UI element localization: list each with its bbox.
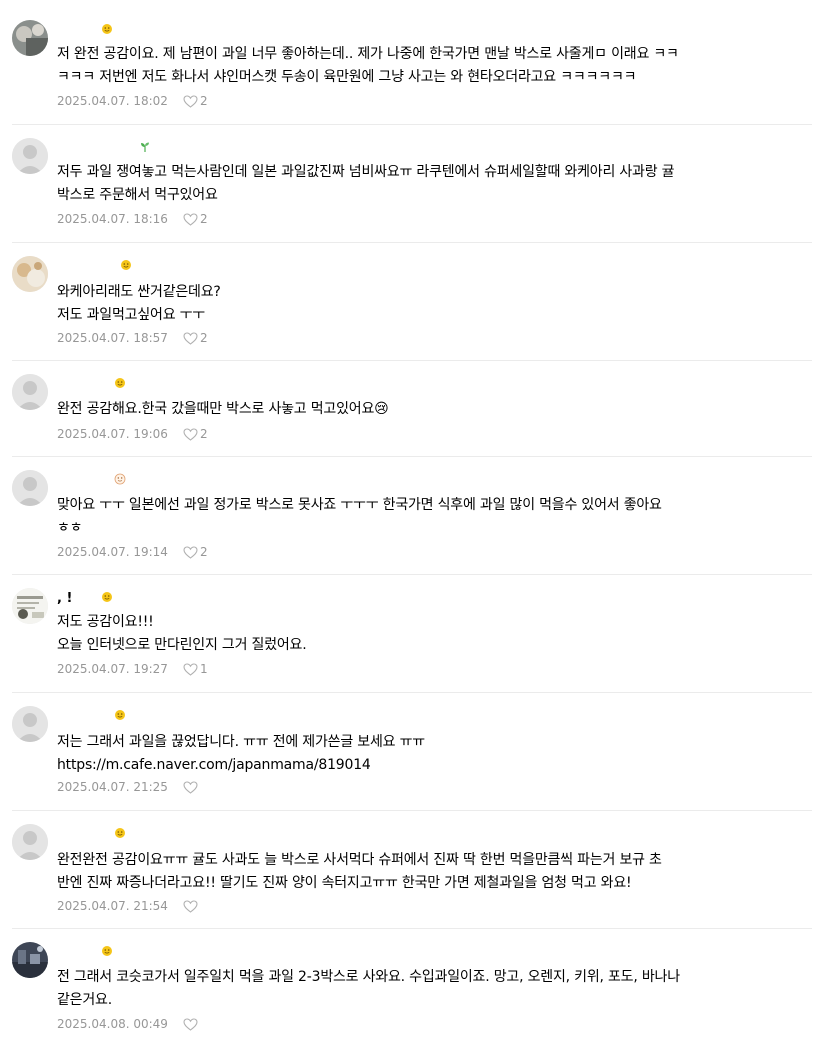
user-avatar[interactable]	[12, 588, 48, 624]
comment-text: 전 그래서 코슷코가서 일주일치 먹을 과일 2-3박스로 사와요. 수입과일이…	[57, 969, 680, 1008]
heart-icon	[183, 662, 198, 676]
like-button[interactable]: 2	[183, 544, 208, 560]
user-avatar[interactable]	[12, 256, 48, 292]
smile-level-icon	[120, 259, 132, 271]
like-button[interactable]: 1	[183, 661, 208, 677]
like-button[interactable]	[183, 779, 200, 795]
comment-divider	[12, 360, 812, 361]
comment-date: 2025.04.07. 21:25	[57, 780, 168, 794]
comment-meta: 2025.04.07. 19:06 2	[57, 426, 208, 442]
like-count: 2	[200, 94, 208, 108]
like-button[interactable]	[183, 898, 200, 914]
smile-level-icon	[114, 377, 126, 389]
heart-icon	[183, 94, 198, 108]
comment-meta: 2025.04.07. 19:27 1	[57, 661, 208, 677]
heart-icon	[183, 1017, 198, 1031]
comment-date: 2025.04.07. 19:14	[57, 545, 168, 559]
like-button[interactable]: 2	[183, 211, 208, 227]
comment-meta: 2025.04.07. 19:14 2	[57, 544, 208, 560]
sprout-level-icon	[139, 141, 151, 153]
like-button[interactable]: 2	[183, 426, 208, 442]
comment-text: 저는 그래서 과일을 끊었답니다. ㅠㅠ 전에 제가쓴글 보세요 ㅠㅠ http…	[57, 734, 425, 773]
comment-meta: 2025.04.07. 18:57 2	[57, 330, 208, 346]
comment-text: 맞아요 ㅜㅜ 일본에선 과일 정가로 박스로 못사죠 ㅜㅜㅜ 한국가면 식후에 …	[57, 497, 662, 536]
user-avatar[interactable]	[12, 942, 48, 978]
face-level-icon	[114, 473, 126, 485]
smile-level-icon	[101, 945, 113, 957]
comment-date: 2025.04.07. 18:16	[57, 212, 168, 226]
smile-level-icon	[101, 23, 113, 35]
comment-divider	[12, 692, 812, 693]
user-avatar[interactable]	[12, 824, 48, 860]
comment-divider	[12, 124, 812, 125]
comment-date: 2025.04.07. 21:54	[57, 899, 168, 913]
smile-level-icon	[114, 709, 126, 721]
comment-divider	[12, 456, 812, 457]
comment-date: 2025.04.07. 19:27	[57, 662, 168, 676]
comment-date: 2025.04.08. 00:49	[57, 1017, 168, 1031]
comment-meta: 2025.04.07. 21:25	[57, 779, 198, 795]
comment-text: 저두 과일 쟁여놓고 먹는사람인데 일본 과일값진짜 넘비싸요ㅠ 라쿠텐에서 슈…	[57, 164, 675, 203]
like-count: 2	[200, 331, 208, 345]
comment-text: 완전완전 공감이요ㅠㅠ 귤도 사과도 늘 박스로 사서먹다 슈퍼에서 진짜 딱 …	[57, 852, 662, 891]
comment-divider	[12, 242, 812, 243]
heart-icon	[183, 545, 198, 559]
comment-meta: 2025.04.07. 18:02 2	[57, 93, 208, 109]
user-avatar[interactable]	[12, 374, 48, 410]
comment-date: 2025.04.07. 18:02	[57, 94, 168, 108]
like-count: 2	[200, 545, 208, 559]
like-count: 1	[200, 662, 208, 676]
comment-divider	[12, 574, 812, 575]
heart-icon	[183, 331, 198, 345]
smile-level-icon	[101, 591, 113, 603]
comment-meta: 2025.04.08. 00:49	[57, 1016, 198, 1032]
heart-icon	[183, 212, 198, 226]
comment-text: 저도 공감이요!!! 오늘 인터넷으로 만다린인지 그거 질렀어요.	[57, 614, 307, 653]
user-avatar[interactable]	[12, 138, 48, 174]
like-count: 2	[200, 212, 208, 226]
user-avatar[interactable]	[12, 20, 48, 56]
smile-level-icon	[114, 827, 126, 839]
comment-divider	[12, 928, 812, 929]
comment-text: 와케아리래도 싼거같은데요? 저도 과일먹고싶어요 ㅜㅜ	[57, 284, 221, 323]
like-count: 2	[200, 427, 208, 441]
like-button[interactable]	[183, 1016, 200, 1032]
heart-icon	[183, 427, 198, 441]
comment-date: 2025.04.07. 18:57	[57, 331, 168, 345]
user-nickname[interactable]: , !	[57, 591, 72, 607]
user-avatar[interactable]	[12, 470, 48, 506]
like-button[interactable]: 2	[183, 93, 208, 109]
comment-meta: 2025.04.07. 18:16 2	[57, 211, 208, 227]
comment-divider	[12, 810, 812, 811]
comment-text: 완전 공감해요.한국 갔을때만 박스로 사놓고 먹고있어요😢	[57, 401, 389, 417]
comment-meta: 2025.04.07. 21:54	[57, 898, 198, 914]
heart-icon	[183, 780, 198, 794]
comment-text: 저 완전 공감이요. 제 남편이 과일 너무 좋아하는데.. 제가 나중에 한국…	[57, 46, 679, 85]
comment-date: 2025.04.07. 19:06	[57, 427, 168, 441]
like-button[interactable]: 2	[183, 330, 208, 346]
user-avatar[interactable]	[12, 706, 48, 742]
heart-icon	[183, 899, 198, 913]
